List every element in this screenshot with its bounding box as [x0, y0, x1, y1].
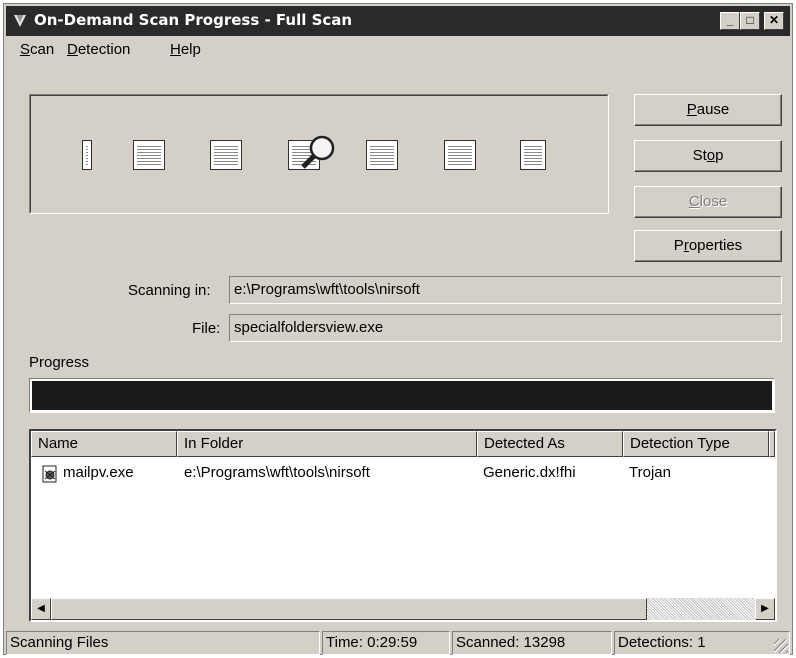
cell-name: mailpv.exe — [63, 464, 134, 481]
scan-progress-window: On-Demand Scan Progress - Full Scan _ □ … — [3, 3, 793, 655]
document-icon — [520, 140, 546, 170]
detections-list[interactable]: Name In Folder Detected As Detection Typ… — [29, 429, 777, 622]
scroll-thumb[interactable] — [51, 598, 647, 620]
column-header-filler — [769, 431, 775, 457]
menu-scan[interactable]: Scan — [20, 41, 54, 58]
file-label: File: — [192, 320, 221, 337]
scanning-in-field: e:\Programs\wft\tools\nirsoft — [229, 276, 782, 304]
scanning-in-label: Scanning in: — [128, 282, 211, 299]
scroll-track[interactable] — [647, 598, 755, 620]
mcafee-shield-icon — [14, 15, 26, 27]
resize-grip-icon[interactable] — [774, 639, 788, 653]
document-icon — [82, 140, 92, 170]
horizontal-scrollbar[interactable]: ◀ ▶ — [31, 598, 775, 620]
progress-bar — [29, 378, 775, 413]
column-header-detected-as[interactable]: Detected As — [477, 431, 623, 457]
document-icon — [210, 140, 242, 170]
scroll-right-arrow-icon[interactable]: ▶ — [755, 598, 775, 620]
menu-detection[interactable]: Detection — [67, 41, 130, 58]
progress-fill — [32, 381, 772, 410]
scan-animation-panel — [29, 94, 609, 214]
title-bar[interactable]: On-Demand Scan Progress - Full Scan _ □ … — [6, 6, 790, 36]
status-time: Time: 0:29:59 — [322, 631, 450, 655]
document-icon — [366, 140, 398, 170]
file-field: specialfoldersview.exe — [229, 314, 782, 342]
stop-button[interactable]: Stop — [634, 140, 782, 172]
status-detections: Detections: 1 — [614, 631, 790, 655]
maximize-button[interactable]: □ — [740, 12, 760, 30]
minimize-button[interactable]: _ — [720, 12, 740, 30]
properties-button[interactable]: Properties — [634, 230, 782, 262]
close-window-button[interactable]: ✕ — [764, 12, 784, 30]
menu-help[interactable]: Help — [170, 41, 201, 58]
column-header-detection-type[interactable]: Detection Type — [623, 431, 769, 457]
magnifier-icon — [301, 135, 335, 169]
document-icon — [288, 140, 320, 170]
status-bar: Scanning Files Time: 0:29:59 Scanned: 13… — [6, 631, 790, 655]
progress-label: Progress — [29, 354, 90, 371]
cell-detection-type: Trojan — [629, 464, 671, 481]
table-row[interactable]: mailpv.exe e:\Programs\wft\tools\nirsoft… — [31, 461, 775, 485]
column-header-in-folder[interactable]: In Folder — [177, 431, 477, 457]
status-scanned: Scanned: 13298 — [452, 631, 612, 655]
menu-bar: Scan Detection Help — [6, 38, 790, 62]
infected-file-icon — [42, 465, 57, 483]
column-header-name[interactable]: Name — [31, 431, 177, 457]
pause-button[interactable]: Pause — [634, 94, 782, 126]
scroll-left-arrow-icon[interactable]: ◀ — [31, 598, 51, 620]
document-icon — [133, 140, 165, 170]
close-button[interactable]: Close — [634, 186, 782, 218]
document-icon — [444, 140, 476, 170]
window-title: On-Demand Scan Progress - Full Scan — [34, 11, 353, 29]
cell-detected-as: Generic.dx!fhi — [483, 464, 576, 481]
status-state: Scanning Files — [6, 631, 320, 655]
cell-folder: e:\Programs\wft\tools\nirsoft — [184, 464, 370, 481]
